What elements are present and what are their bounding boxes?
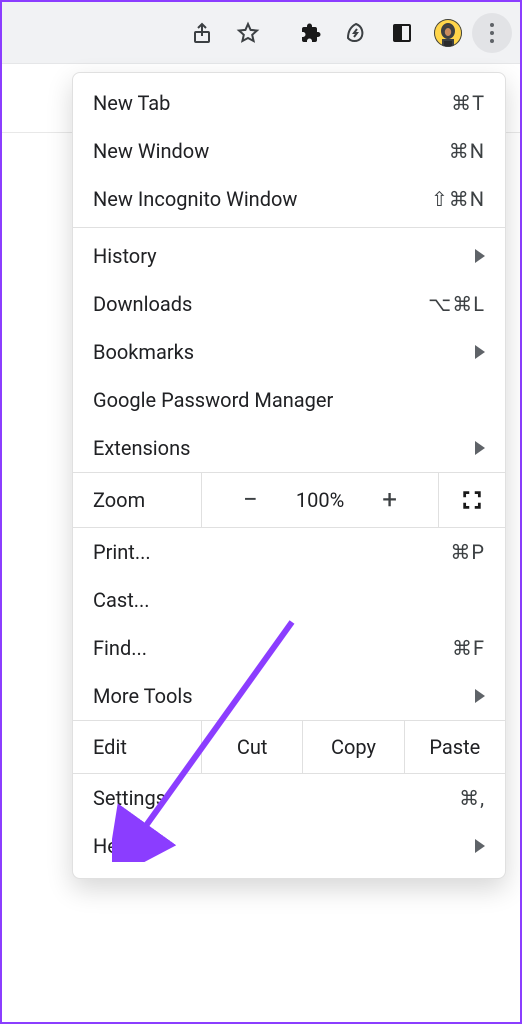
zoom-row: Zoom − 100% + <box>73 472 505 528</box>
share-icon[interactable] <box>180 11 224 55</box>
menu-item-settings[interactable]: Settings ⌘, <box>73 774 505 822</box>
menu-label: Settings <box>93 786 166 810</box>
submenu-arrow-icon <box>475 689 485 703</box>
menu-item-help[interactable]: Help <box>73 822 505 870</box>
menu-label: History <box>93 244 157 268</box>
menu-item-cast[interactable]: Cast... <box>73 576 505 624</box>
submenu-arrow-icon <box>475 345 485 359</box>
menu-label: New Incognito Window <box>93 187 297 211</box>
shortcut-text: ⌘T <box>451 91 485 115</box>
menu-item-bookmarks[interactable]: Bookmarks <box>73 328 505 376</box>
menu-item-new-window[interactable]: New Window ⌘N <box>73 127 505 175</box>
menu-item-downloads[interactable]: Downloads ⌥⌘L <box>73 280 505 328</box>
submenu-arrow-icon <box>475 249 485 263</box>
zoom-in-button[interactable]: + <box>370 487 409 513</box>
menu-label: Bookmarks <box>93 340 194 364</box>
shortcut-text: ⌘P <box>450 540 485 564</box>
menu-label: New Tab <box>93 91 170 115</box>
bookmark-star-icon[interactable] <box>226 11 270 55</box>
edit-label: Edit <box>93 735 127 759</box>
copy-button[interactable]: Copy <box>302 721 403 773</box>
shortcut-text: ⌥⌘L <box>428 292 485 316</box>
extensions-puzzle-icon[interactable] <box>288 11 332 55</box>
menu-label: Help <box>93 834 134 858</box>
menu-label: More Tools <box>93 684 193 708</box>
browser-toolbar <box>2 2 520 64</box>
menu-item-new-tab[interactable]: New Tab ⌘T <box>73 79 505 127</box>
menu-label: New Window <box>93 139 209 163</box>
menu-item-extensions[interactable]: Extensions <box>73 424 505 472</box>
menu-item-find[interactable]: Find... ⌘F <box>73 624 505 672</box>
menu-label: Print... <box>93 540 151 564</box>
energy-leaf-icon[interactable] <box>334 11 378 55</box>
menu-item-history[interactable]: History <box>73 232 505 280</box>
shortcut-text: ⌘F <box>452 636 485 660</box>
edit-row: Edit Cut Copy Paste <box>73 720 505 774</box>
menu-label: Downloads <box>93 292 192 316</box>
menu-item-print[interactable]: Print... ⌘P <box>73 528 505 576</box>
menu-label: Extensions <box>93 436 190 460</box>
menu-item-incognito[interactable]: New Incognito Window ⇧⌘N <box>73 175 505 223</box>
menu-label: Google Password Manager <box>93 388 333 412</box>
menu-item-password-manager[interactable]: Google Password Manager <box>73 376 505 424</box>
cut-button[interactable]: Cut <box>201 721 302 773</box>
shortcut-text: ⌘, <box>459 786 485 810</box>
paste-button[interactable]: Paste <box>404 721 505 773</box>
submenu-arrow-icon <box>475 441 485 455</box>
overflow-menu-button[interactable] <box>472 13 512 53</box>
shortcut-text: ⇧⌘N <box>431 187 485 211</box>
shortcut-text: ⌘N <box>449 139 485 163</box>
submenu-arrow-icon <box>475 839 485 853</box>
menu-item-more-tools[interactable]: More Tools <box>73 672 505 720</box>
zoom-out-button[interactable]: − <box>231 487 270 513</box>
fullscreen-button[interactable] <box>438 473 505 527</box>
menu-label: Find... <box>93 636 147 660</box>
zoom-value: 100% <box>296 488 344 512</box>
zoom-label: Zoom <box>93 488 145 512</box>
separator <box>73 227 505 228</box>
profile-avatar[interactable] <box>426 11 470 55</box>
menu-label: Cast... <box>93 588 150 612</box>
chrome-menu: New Tab ⌘T New Window ⌘N New Incognito W… <box>72 72 506 879</box>
side-panel-icon[interactable] <box>380 11 424 55</box>
